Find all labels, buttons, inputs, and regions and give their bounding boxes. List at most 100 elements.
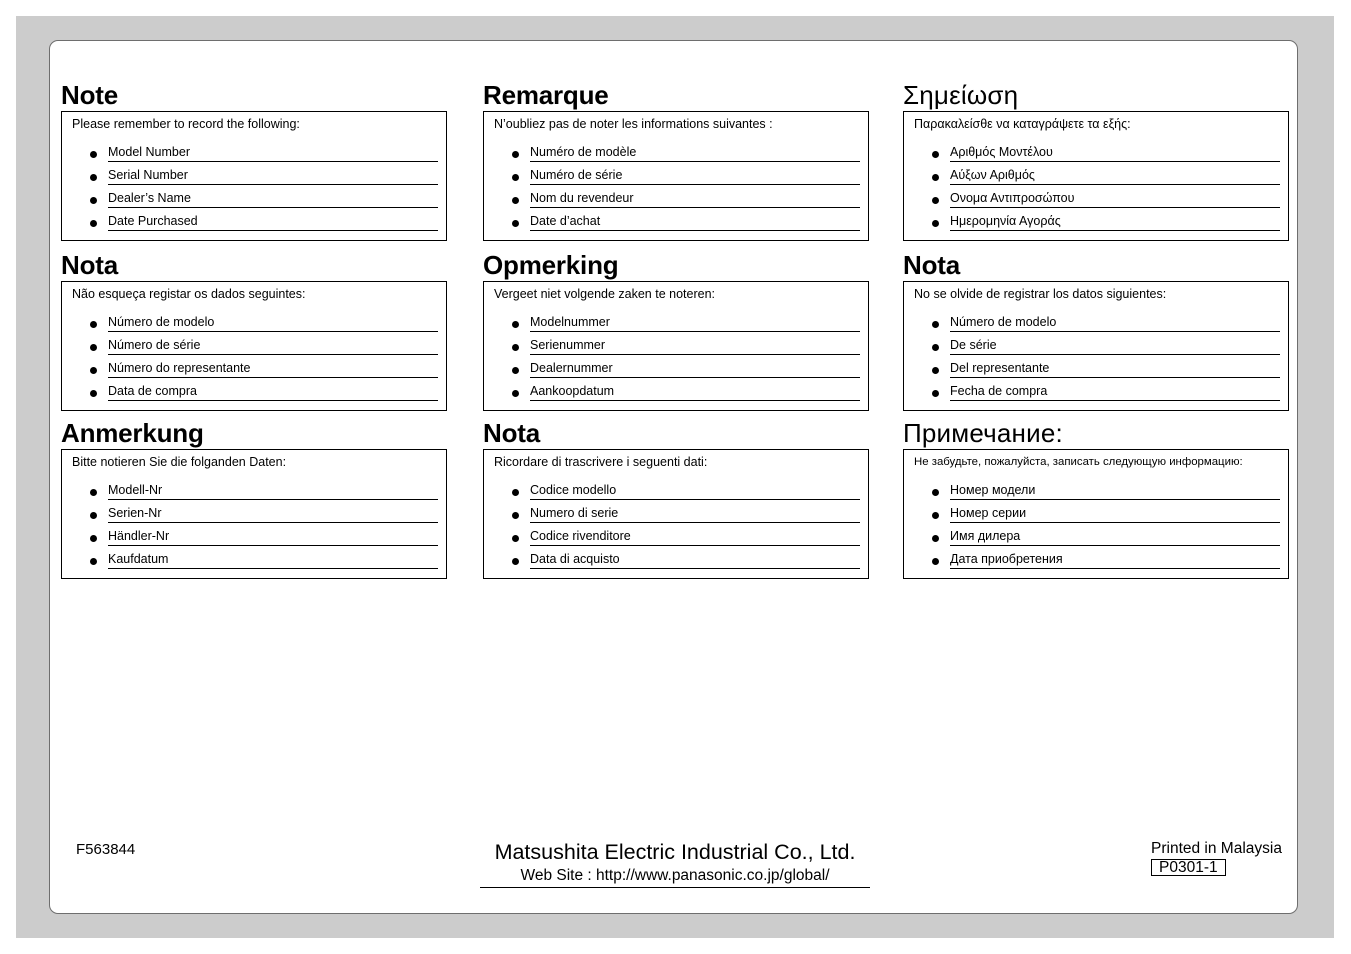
record-list: Номер модели Номер серии Имя дилера Дата…	[914, 483, 1280, 575]
list-item: Codice rivenditore	[494, 529, 860, 552]
list-item: Del representante	[914, 361, 1280, 384]
record-field-label: Número de modelo	[108, 315, 438, 332]
record-field-label: Codice modello	[530, 483, 860, 500]
bullet-icon	[512, 321, 519, 328]
record-list: Número de modelo De série Del representa…	[914, 315, 1280, 407]
list-item: Model Number	[72, 145, 438, 168]
bullet-icon	[932, 197, 939, 204]
record-field-label: Fecha de compra	[950, 384, 1280, 401]
section-title: Note	[61, 80, 118, 110]
list-item: Ονομα Αντιπροσώπου	[914, 191, 1280, 214]
bullet-icon	[90, 390, 97, 397]
list-item: Номер модели	[914, 483, 1280, 506]
section-intro: Bitte notieren Sie die folganden Daten:	[72, 455, 287, 469]
list-item: Dealer’s Name	[72, 191, 438, 214]
record-field-label: De série	[950, 338, 1280, 355]
note-section-spanish: Nota No se olvide de registrar los datos…	[903, 251, 1289, 411]
record-box: N’oubliez pas de noter les informations …	[483, 111, 869, 241]
note-section-english: Note Please remember to record the follo…	[61, 81, 447, 241]
bullet-icon	[932, 151, 939, 158]
record-box: Не забудьте, пожалуйста, записать следую…	[903, 449, 1289, 579]
record-field-label: Дата приобретения	[950, 552, 1280, 569]
list-item: Date d’achat	[494, 214, 860, 237]
note-section-italian: Nota Ricordare di trascrivere i seguenti…	[483, 419, 869, 579]
list-item: Nom du revendeur	[494, 191, 860, 214]
section-title: Σημείωση	[903, 80, 1019, 110]
record-field-label: Numéro de modèle	[530, 145, 860, 162]
print-info: Printed in Malaysia P0301-1	[1151, 840, 1282, 877]
bullet-icon	[90, 220, 97, 227]
list-item: Data di acquisto	[494, 552, 860, 575]
print-code-badge: P0301-1	[1151, 859, 1226, 876]
section-title: Nota	[903, 250, 960, 280]
list-item: Numero di serie	[494, 506, 860, 529]
record-field-label: Número do representante	[108, 361, 438, 378]
section-intro: Не забудьте, пожалуйста, записать следую…	[914, 456, 1243, 468]
bullet-icon	[90, 197, 97, 204]
list-item: Número de modelo	[72, 315, 438, 338]
bullet-icon	[932, 489, 939, 496]
section-title: Anmerkung	[61, 418, 204, 448]
bullet-icon	[512, 197, 519, 204]
note-section-russian: Примечание: Не забудьте, пожалуйста, зап…	[903, 419, 1289, 579]
record-field-label: Αριθμός Μοντέλου	[950, 145, 1280, 162]
company-block: Matsushita Electric Industrial Co., Ltd.…	[480, 838, 870, 888]
bullet-icon	[932, 367, 939, 374]
record-box: Não esqueça registar os dados seguintes:…	[61, 281, 447, 411]
bullet-icon	[90, 174, 97, 181]
record-field-label: Codice rivenditore	[530, 529, 860, 546]
list-item: Dealernummer	[494, 361, 860, 384]
note-section-german: Anmerkung Bitte notieren Sie die folgand…	[61, 419, 447, 579]
record-field-label: Serienummer	[530, 338, 860, 355]
bullet-icon	[90, 321, 97, 328]
list-item: Kaufdatum	[72, 552, 438, 575]
bullet-icon	[932, 344, 939, 351]
bullet-icon	[932, 535, 939, 542]
bullet-icon	[512, 489, 519, 496]
bullet-icon	[512, 390, 519, 397]
bullet-icon	[90, 535, 97, 542]
bullet-icon	[90, 512, 97, 519]
record-field-label: Modell-Nr	[108, 483, 438, 500]
record-field-label: Dealer’s Name	[108, 191, 438, 208]
record-box: No se olvide de registrar los datos sigu…	[903, 281, 1289, 411]
record-field-label: Nom du revendeur	[530, 191, 860, 208]
list-item: Номер серии	[914, 506, 1280, 529]
note-section-portuguese: Nota Não esqueça registar os dados segui…	[61, 251, 447, 411]
record-field-label: Número de modelo	[950, 315, 1280, 332]
bullet-icon	[932, 390, 939, 397]
record-field-label: Modelnummer	[530, 315, 860, 332]
bullet-icon	[512, 367, 519, 374]
record-field-label: Serial Number	[108, 168, 438, 185]
record-box: Bitte notieren Sie die folganden Daten: …	[61, 449, 447, 579]
bullet-icon	[90, 344, 97, 351]
company-name: Matsushita Electric Industrial Co., Ltd.	[494, 840, 856, 864]
section-title: Remarque	[483, 80, 609, 110]
list-item: Número do representante	[72, 361, 438, 384]
record-list: Modelnummer Serienummer Dealernummer Aan…	[494, 315, 860, 407]
record-field-label: Número de série	[108, 338, 438, 355]
record-field-label: Ονομα Αντιπροσώπου	[950, 191, 1280, 208]
record-field-label: Serien-Nr	[108, 506, 438, 523]
record-field-label: Numero di serie	[530, 506, 860, 523]
record-list: Codice modello Numero di serie Codice ri…	[494, 483, 860, 575]
list-item: Serien-Nr	[72, 506, 438, 529]
record-list: Αριθμός Μοντέλου Αύξων Αριθμός Ονομα Αντ…	[914, 145, 1280, 237]
record-field-label: Номер серии	[950, 506, 1280, 523]
section-title: Nota	[483, 418, 540, 448]
record-list: Modell-Nr Serien-Nr Händler-Nr Kaufdatum	[72, 483, 438, 575]
record-field-label: Date Purchased	[108, 214, 438, 231]
note-section-greek: Σημείωση Παρακαλείσθε να καταγράψετε τα …	[903, 81, 1289, 241]
list-item: Data de compra	[72, 384, 438, 407]
section-intro: Please remember to record the following:	[72, 117, 300, 131]
record-field-label: Номер модели	[950, 483, 1280, 500]
record-field-label: Data di acquisto	[530, 552, 860, 569]
record-field-label: Numéro de série	[530, 168, 860, 185]
record-list: Model Number Serial Number Dealer’s Name…	[72, 145, 438, 237]
printed-in-text: Printed in Malaysia	[1151, 840, 1282, 857]
section-intro: No se olvide de registrar los datos sigu…	[914, 287, 1167, 301]
list-item: Modell-Nr	[72, 483, 438, 506]
bullet-icon	[90, 558, 97, 565]
bullet-icon	[932, 512, 939, 519]
list-item: Händler-Nr	[72, 529, 438, 552]
